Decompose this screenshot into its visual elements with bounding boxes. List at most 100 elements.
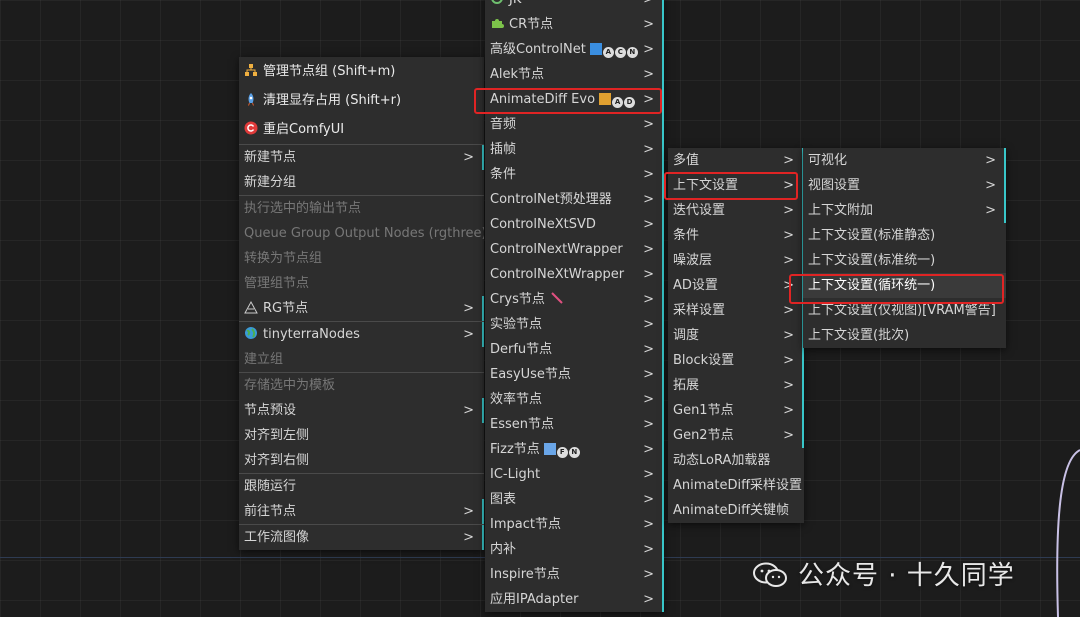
menu-item-label: 条件: [490, 167, 517, 182]
menu-item-label: Gen2节点: [673, 428, 734, 443]
submenu-arrow-icon: >: [783, 153, 794, 168]
wand-icon: [551, 292, 563, 304]
menu-item-restart-comfyui[interactable]: 重启ComfyUI: [239, 115, 484, 144]
submenu-arrow-icon: >: [643, 567, 654, 582]
animatediff-item-keyframes[interactable]: AnimateDiff关键帧: [668, 498, 804, 523]
context-item-visualize[interactable]: 可视化 >: [803, 148, 1006, 173]
context-item-standard-static[interactable]: 上下文设置(标准静态): [803, 223, 1006, 248]
menu-item-node-presets[interactable]: 节点预设 >: [239, 398, 484, 423]
animatediff-item-dynamic-lora-loader[interactable]: 动态LoRA加载器: [668, 448, 804, 473]
menu-item-go-to-node[interactable]: 前往节点 >: [239, 499, 484, 524]
menu-item-label: Impact节点: [490, 517, 561, 532]
category-item-experimental[interactable]: 实验节点 >: [485, 312, 664, 337]
category-item-efficiency-nodes[interactable]: 效率节点 >: [485, 387, 664, 412]
menu-item-execute-selected-outputs: 执行选中的输出节点: [239, 196, 484, 221]
menu-item-label: 噪波层: [673, 253, 713, 268]
submenu-arrow-icon: >: [463, 530, 474, 545]
category-item-charts[interactable]: 图表 >: [485, 487, 664, 512]
menu-item-workflow-image[interactable]: 工作流图像 >: [239, 525, 484, 550]
menu-item-label: ControlNeXtSVD: [490, 217, 596, 232]
animatediff-item-scheduling[interactable]: 调度 >: [668, 323, 804, 348]
menu-item-label: 应用IPAdapter: [490, 592, 579, 607]
animatediff-item-multival[interactable]: 多值 >: [668, 148, 804, 173]
category-item-jk[interactable]: JK >: [485, 0, 664, 12]
category-item-audio[interactable]: 音频 >: [485, 112, 664, 137]
context-item-views-only-vram-warning[interactable]: 上下文设置(仅视图)[VRAM警告]: [803, 298, 1006, 323]
category-item-controlnext-wrapper[interactable]: ControlNextWrapper >: [485, 237, 664, 262]
category-item-conditioning[interactable]: 条件 >: [485, 162, 664, 187]
submenu-arrow-icon: >: [985, 153, 996, 168]
watermark-text: 公众号 · 十久同学: [798, 561, 1015, 591]
submenu-arrow-icon: >: [783, 203, 794, 218]
context-item-context-extras[interactable]: 上下文附加 >: [803, 198, 1006, 223]
category-item-essen-nodes[interactable]: Essen节点 >: [485, 412, 664, 437]
animatediff-item-noise-layers[interactable]: 噪波层 >: [668, 248, 804, 273]
category-item-advanced-controlnet[interactable]: 高级ControlNet A C N >: [485, 37, 664, 62]
menu-item-rg-nodes[interactable]: RG节点 >: [239, 296, 484, 321]
category-item-impact-nodes[interactable]: Impact节点 >: [485, 512, 664, 537]
canvas-link-curve: [1056, 449, 1080, 617]
animatediff-item-block-settings[interactable]: Block设置 >: [668, 348, 804, 373]
category-item-apply-ipadapter[interactable]: 应用IPAdapter >: [485, 587, 664, 612]
context-item-standard-uniform[interactable]: 上下文设置(标准统一): [803, 248, 1006, 273]
menu-item-manage-node-groups[interactable]: 管理节点组 (Shift+m): [239, 57, 484, 86]
menu-item-label: Inspire节点: [490, 567, 560, 582]
submenu-arrow-icon: >: [783, 278, 794, 293]
menu-item-label: CR节点: [509, 17, 554, 32]
category-item-animatediff-evo[interactable]: AnimateDiff Evo A D >: [485, 87, 664, 112]
submenu-arrow-icon: >: [643, 392, 654, 407]
category-item-inspire-nodes[interactable]: Inspire节点 >: [485, 562, 664, 587]
context-item-looped-uniform[interactable]: 上下文设置(循环统一): [803, 273, 1006, 298]
menu-item-tinyterra-nodes[interactable]: tinyterraNodes >: [239, 322, 484, 347]
submenu-arrow-icon: >: [643, 592, 654, 607]
category-item-frame-interpolation[interactable]: 插帧 >: [485, 137, 664, 162]
submenu-arrow-icon: >: [643, 142, 654, 157]
animatediff-item-extras[interactable]: 拓展 >: [668, 373, 804, 398]
animatediff-item-iteration-options[interactable]: 迭代设置 >: [668, 198, 804, 223]
submenu-arrow-icon: >: [643, 292, 654, 307]
menu-item-label: 采样设置: [673, 303, 726, 318]
category-item-cr-nodes[interactable]: CR节点 >: [485, 12, 664, 37]
menu-item-follow-execution[interactable]: 跟随运行: [239, 474, 484, 499]
animatediff-item-sample-settings[interactable]: 采样设置 >: [668, 298, 804, 323]
animatediff-item-gen2-nodes[interactable]: Gen2节点 >: [668, 423, 804, 448]
category-item-ic-light[interactable]: IC-Light >: [485, 462, 664, 487]
animatediff-item-conditioning[interactable]: 条件 >: [668, 223, 804, 248]
menu-item-label: AnimateDiff Evo: [490, 92, 596, 107]
context-item-view-options[interactable]: 视图设置 >: [803, 173, 1006, 198]
menu-item-new-node[interactable]: 新建节点 >: [239, 145, 484, 170]
submenu-arrow-icon: >: [783, 328, 794, 343]
menu-item-align-right[interactable]: 对齐到右侧: [239, 448, 484, 473]
menu-item-clear-vram[interactable]: 清理显存占用 (Shift+r): [239, 86, 484, 115]
menu-item-label: 上下文附加: [808, 203, 874, 218]
menu-item-label: ControlNextWrapper: [490, 242, 623, 257]
menu-item-new-group[interactable]: 新建分组: [239, 170, 484, 195]
category-item-controlnet-preprocessor[interactable]: ControlNet预处理器 >: [485, 187, 664, 212]
category-item-controlnext-svd[interactable]: ControlNeXtSVD >: [485, 212, 664, 237]
menu-item-label: Crys节点: [490, 292, 545, 307]
submenu-arrow-icon: >: [643, 317, 654, 332]
category-item-easyuse-nodes[interactable]: EasyUse节点 >: [485, 362, 664, 387]
category-item-inpaint[interactable]: 内补 >: [485, 537, 664, 562]
category-item-derfu-nodes[interactable]: Derfu节点 >: [485, 337, 664, 362]
category-item-crys-nodes[interactable]: Crys节点 >: [485, 287, 664, 312]
menu-item-label: tinyterraNodes: [263, 327, 360, 342]
menu-item-align-left[interactable]: 对齐到左侧: [239, 423, 484, 448]
animatediff-item-ad-settings[interactable]: AD设置 >: [668, 273, 804, 298]
category-item-controlnext-wrapper-2[interactable]: ControlNeXtWrapper >: [485, 262, 664, 287]
menu-item-label: 多值: [673, 153, 700, 168]
category-item-alek-nodes[interactable]: Alek节点 >: [485, 62, 664, 87]
submenu-arrow-icon: >: [783, 253, 794, 268]
menu-item-label: 上下文设置(批次): [808, 328, 910, 343]
submenu-arrow-icon: >: [643, 267, 654, 282]
rg-icon: [244, 300, 258, 314]
badge-d-icon: D: [624, 97, 636, 108]
category-item-fizz-nodes[interactable]: Fizz节点 F N >: [485, 437, 664, 462]
animatediff-item-gen1-nodes[interactable]: Gen1节点 >: [668, 398, 804, 423]
menu-item-label: 管理节点组 (Shift+m): [263, 64, 396, 79]
animatediff-item-sample-settings-node[interactable]: AnimateDiff采样设置: [668, 473, 804, 498]
menu-item-label: 可视化: [808, 153, 848, 168]
submenu-arrow-icon: >: [643, 117, 654, 132]
animatediff-item-context-options[interactable]: 上下文设置 >: [668, 173, 804, 198]
context-item-batched[interactable]: 上下文设置(批次): [803, 323, 1006, 348]
